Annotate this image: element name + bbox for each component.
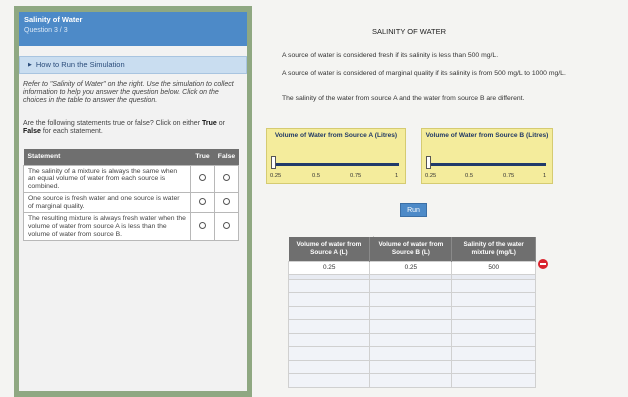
source-b-tick-label: 0.25	[425, 173, 437, 179]
result-source-b-cell: 0.25	[369, 260, 453, 275]
false-col-header: False	[214, 149, 239, 165]
false-cell[interactable]	[214, 164, 239, 194]
source-b-slider-title: Volume of Water from Source B (Litres)	[425, 132, 549, 139]
true-cell[interactable]	[190, 212, 215, 242]
question-counter: Question 3 / 3	[24, 27, 68, 34]
results-empty-row	[287, 305, 536, 320]
triangle-right-icon: ▶	[28, 62, 32, 68]
source-b-slider-handle[interactable]	[426, 156, 431, 169]
results-empty-row	[287, 292, 536, 307]
results-empty-row	[287, 373, 536, 388]
source-b-tick-label: 1	[543, 173, 547, 179]
simulation-heading: SALINITY OF WATER	[372, 27, 447, 36]
statement-text: One source is fresh water and one source…	[23, 192, 191, 214]
question-header: Salinity of Water Question 3 / 3	[19, 12, 247, 46]
statement-row: The salinity of a mixture is always the …	[23, 164, 239, 194]
source-a-slider-title: Volume of Water from Source A (Litres)	[274, 132, 398, 139]
results-empty-row	[287, 332, 536, 347]
question-false-word: False	[23, 128, 41, 135]
results-empty-row	[287, 359, 536, 374]
results-row[interactable]: 0.25 0.25 500	[287, 260, 536, 275]
left-panel: Salinity of Water Question 3 / 3 ▶ How to…	[14, 6, 252, 397]
true-radio[interactable]	[199, 222, 206, 230]
app-title: Salinity of Water	[24, 15, 83, 24]
statement-col-header: Statement	[23, 149, 191, 165]
results-empty-row	[287, 278, 536, 293]
instructions-text: Refer to "Salinity of Water" on the righ…	[23, 81, 234, 104]
fresh-definition: A source of water is considered fresh if…	[282, 52, 499, 59]
marginal-definition: A source of water is considered of margi…	[282, 70, 566, 77]
source-b-tick-label: 0.75	[503, 173, 515, 179]
false-cell[interactable]	[214, 192, 239, 214]
run-button[interactable]: Run	[400, 203, 427, 217]
true-radio[interactable]	[199, 198, 206, 206]
results-table: Volume of water from Source A (L) Volume…	[287, 237, 536, 388]
results-empty-row	[287, 319, 536, 334]
result-salinity-cell: 500	[451, 260, 536, 275]
true-cell[interactable]	[190, 192, 215, 214]
source-a-tick-label: 0.25	[270, 173, 282, 179]
statement-table: Statement True False The salinity of a m…	[23, 149, 239, 242]
statement-row: One source is fresh water and one source…	[23, 192, 239, 214]
source-a-tick-label: 1	[395, 173, 399, 179]
left-panel-inner: Salinity of Water Question 3 / 3 ▶ How to…	[19, 12, 247, 391]
false-cell[interactable]	[214, 212, 239, 242]
statement-text: The resulting mixture is always fresh wa…	[23, 212, 191, 242]
statement-text: The salinity of a mixture is always the …	[23, 164, 191, 194]
question-prefix: Are the following statements true or fal…	[23, 120, 202, 127]
true-col-header: True	[190, 149, 215, 165]
false-radio[interactable]	[223, 222, 230, 230]
how-to-run-label: How to Run the Simulation	[35, 60, 125, 69]
source-a-tick-label: 0.5	[312, 173, 321, 179]
results-empty-row	[287, 346, 536, 361]
question-suffix: for each statement.	[40, 128, 103, 135]
sources-note: The salinity of the water from source A …	[282, 95, 525, 102]
source-a-slider-handle[interactable]	[271, 156, 276, 169]
false-radio[interactable]	[223, 198, 230, 206]
statement-row: The resulting mixture is always fresh wa…	[23, 212, 239, 242]
source-b-col-header: Volume of water from Source B (L)	[369, 237, 453, 261]
question-true-word: True	[201, 120, 217, 127]
salinity-col-header: Salinity of the water mixture (mg/L)	[451, 237, 536, 261]
source-a-slider-panel: Volume of Water from Source A (Litres) 0…	[266, 128, 406, 184]
source-b-slider-panel: Volume of Water from Source B (Litres) 0…	[421, 128, 553, 184]
question-text: Are the following statements true or fal…	[23, 120, 243, 136]
true-radio[interactable]	[199, 174, 206, 182]
results-header-row: Volume of water from Source A (L) Volume…	[288, 237, 536, 261]
source-b-slider-track[interactable]	[428, 163, 546, 166]
result-source-a-cell: 0.25	[287, 260, 371, 275]
delete-row-icon[interactable]	[538, 259, 548, 269]
source-b-tick-label: 0.5	[465, 173, 474, 179]
false-radio[interactable]	[223, 174, 230, 182]
true-cell[interactable]	[190, 164, 215, 194]
how-to-run-button[interactable]: ▶ How to Run the Simulation	[19, 56, 247, 74]
source-a-col-header: Volume of water from Source A (L)	[288, 237, 371, 261]
source-a-tick-label: 0.75	[350, 173, 362, 179]
source-a-slider-track[interactable]	[273, 163, 399, 166]
statement-header-row: Statement True False	[23, 149, 239, 165]
question-mid: or	[216, 120, 225, 127]
